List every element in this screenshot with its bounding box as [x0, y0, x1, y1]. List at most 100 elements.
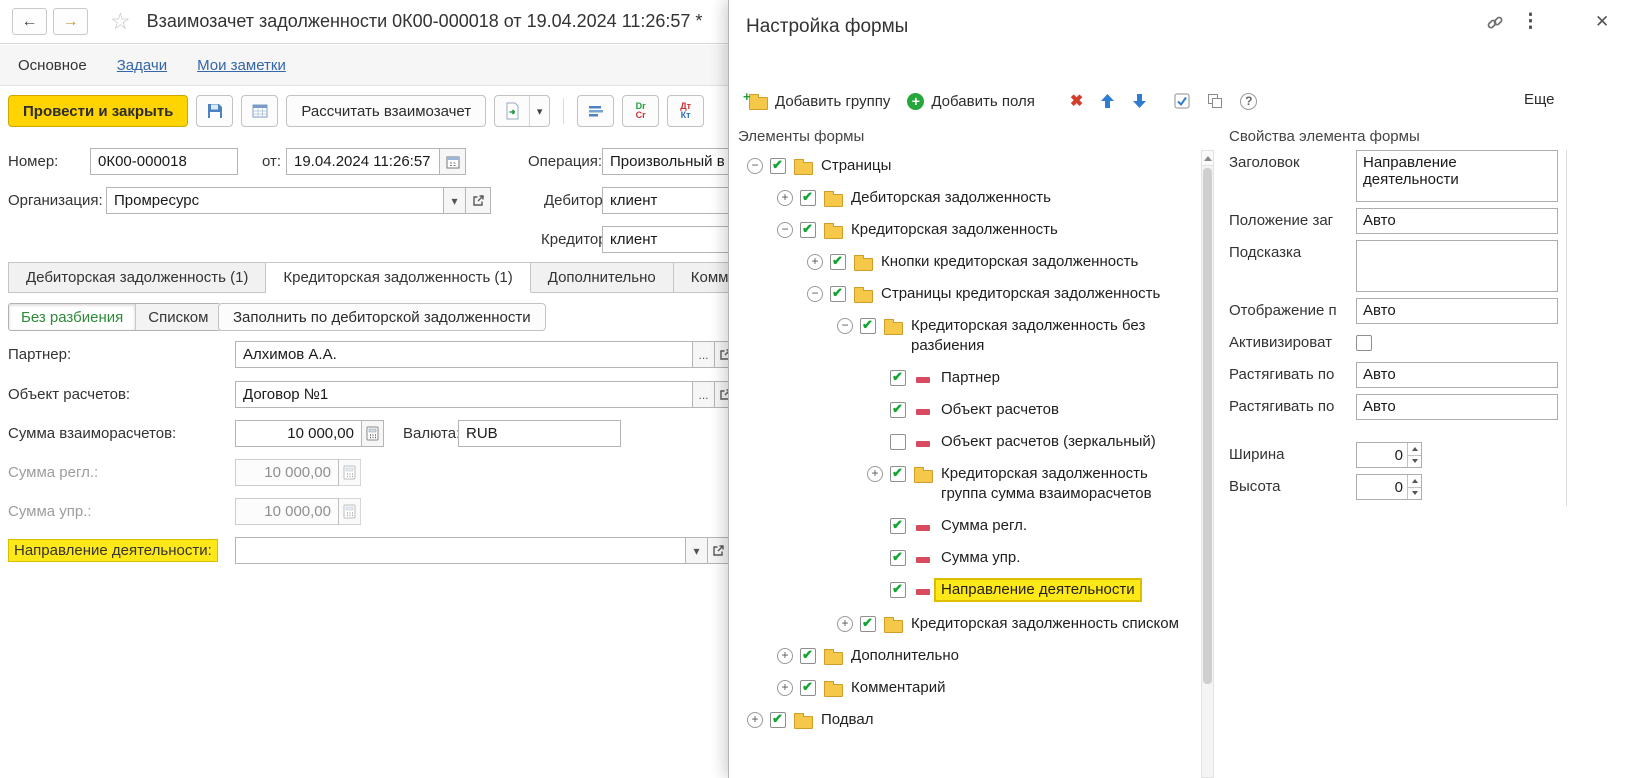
tree-item[interactable]: Сумма регл. — [733, 510, 1199, 542]
add-group-button[interactable]: + Добавить группу — [743, 89, 890, 110]
tree-item[interactable]: + Дополнительно — [733, 640, 1199, 672]
visibility-checkbox[interactable] — [890, 401, 906, 418]
visibility-checkbox[interactable] — [770, 711, 786, 728]
prop-height-input[interactable]: 0 — [1356, 474, 1422, 500]
partner-select-button[interactable]: ... — [692, 341, 715, 368]
expand-icon[interactable]: + — [777, 190, 793, 206]
visibility-checkbox[interactable] — [890, 465, 906, 482]
save-button[interactable] — [196, 95, 234, 127]
collapse-icon[interactable]: − — [807, 286, 823, 302]
management-calculator-button[interactable] — [338, 498, 361, 525]
prop-activate-input[interactable] — [1356, 335, 1372, 351]
prop-tooltip-display-input[interactable]: Авто — [1356, 298, 1558, 324]
visibility-checkbox[interactable] — [890, 549, 906, 566]
expand-icon[interactable]: + — [807, 254, 823, 270]
visibility-checkbox[interactable] — [830, 253, 846, 270]
collapse-icon[interactable]: − — [777, 222, 793, 238]
help-button[interactable]: ? — [1240, 92, 1258, 110]
tree-item[interactable]: − Кредиторская задолженность — [733, 214, 1199, 246]
favorite-star-icon[interactable]: ☆ — [110, 10, 131, 33]
toggle-no-breakdown[interactable]: Без разбиения — [9, 304, 136, 330]
visibility-checkbox[interactable] — [890, 517, 906, 534]
scrollbar-thumb[interactable] — [1203, 168, 1212, 684]
spin-down-icon[interactable] — [1408, 456, 1421, 468]
forward-button[interactable]: → — [53, 8, 88, 35]
expand-icon[interactable]: + — [837, 616, 853, 632]
visibility-checkbox[interactable] — [890, 581, 906, 598]
dt-kt-button[interactable]: Дт Кт — [667, 95, 705, 127]
chevron-down-icon[interactable]: ▾ — [529, 96, 549, 126]
tab-credit[interactable]: Кредиторская задолженность (1) — [266, 262, 531, 293]
activity-direction-input[interactable] — [235, 537, 686, 564]
tree-item[interactable]: + Комментарий — [733, 672, 1199, 704]
visibility-checkbox[interactable] — [890, 434, 906, 450]
prop-stretch-v-input[interactable]: Авто — [1356, 394, 1558, 420]
tree-item[interactable]: + Кредиторская задолженность группа сумма… — [733, 458, 1199, 510]
expand-icon[interactable]: + — [777, 680, 793, 696]
post-button[interactable] — [241, 95, 279, 127]
spin-up-icon[interactable] — [1408, 475, 1421, 488]
direction-open-button[interactable] — [707, 537, 730, 564]
direction-dropdown-button[interactable]: ▾ — [685, 537, 708, 564]
visibility-checkbox[interactable] — [860, 615, 876, 632]
partner-input[interactable] — [235, 341, 693, 368]
more-button[interactable]: Еще — [1524, 91, 1555, 108]
tree-item[interactable]: − Страницы — [733, 150, 1199, 182]
tree-item[interactable]: + Дебиторская задолженность — [733, 182, 1199, 214]
window-menu-icon[interactable]: ⋮ — [1521, 10, 1540, 33]
prop-tooltip-input[interactable] — [1356, 240, 1558, 292]
organization-input[interactable] — [106, 187, 444, 214]
spin-down-icon[interactable] — [1408, 488, 1421, 500]
visibility-checkbox[interactable] — [770, 157, 786, 174]
visibility-checkbox[interactable] — [800, 679, 816, 696]
back-button[interactable]: ← — [12, 8, 47, 35]
expand-icon[interactable]: + — [867, 466, 883, 482]
calendar-button[interactable] — [439, 148, 466, 175]
nav-tab-main[interactable]: Основное — [18, 57, 87, 74]
tree-item[interactable]: − Кредиторская задолженность без разбиени… — [733, 310, 1199, 362]
toggle-list[interactable]: Списком — [135, 304, 221, 330]
move-down-button[interactable] — [1132, 93, 1147, 109]
visibility-checkbox[interactable] — [830, 285, 846, 302]
collapse-icon[interactable]: − — [747, 158, 763, 174]
fill-from-debit-button[interactable]: Заполнить по дебиторской задолженности — [218, 303, 546, 331]
settlement-amount-input[interactable] — [235, 420, 362, 447]
organization-dropdown-button[interactable]: ▾ — [443, 187, 466, 214]
tab-additional[interactable]: Дополнительно — [530, 262, 674, 293]
report-button[interactable] — [577, 95, 615, 127]
tree-item[interactable]: + Кнопки кредиторская задолженность — [733, 246, 1199, 278]
regulated-amount-input[interactable] — [235, 459, 339, 486]
collapse-icon[interactable]: − — [837, 318, 853, 334]
tree-item[interactable]: + Кредиторская задолженность списком — [733, 608, 1199, 640]
tree-item[interactable]: Объект расчетов — [733, 394, 1199, 426]
dr-cr-button[interactable]: Dr Cr — [622, 95, 660, 127]
amount-calculator-button[interactable] — [361, 420, 384, 447]
calculate-offset-button[interactable]: Рассчитать взаимозачет — [286, 95, 487, 127]
nav-tab-tasks[interactable]: Задачи — [117, 57, 167, 74]
add-fields-button[interactable]: + Добавить поля — [907, 92, 1035, 110]
expand-icon[interactable]: + — [747, 712, 763, 728]
prop-width-input[interactable]: 0 — [1356, 442, 1422, 468]
create-based-on-button[interactable]: ▾ — [494, 95, 551, 127]
visibility-checkbox[interactable] — [890, 369, 906, 386]
organization-open-button[interactable] — [465, 187, 491, 214]
tab-debit[interactable]: Дебиторская задолженность (1) — [8, 262, 267, 293]
tree-item[interactable]: Направление деятельности — [733, 574, 1199, 608]
visibility-checkbox[interactable] — [800, 189, 816, 206]
prop-title-input[interactable]: Направление деятельности — [1356, 150, 1558, 202]
prop-title-position-input[interactable]: Авто — [1356, 208, 1558, 234]
tree-item[interactable]: Объект расчетов (зеркальный) — [733, 426, 1199, 458]
number-input[interactable] — [90, 148, 238, 175]
prop-stretch-h-input[interactable]: Авто — [1356, 362, 1558, 388]
spin-up-icon[interactable] — [1408, 443, 1421, 456]
visibility-checkbox[interactable] — [860, 317, 876, 334]
expand-icon[interactable]: + — [777, 648, 793, 664]
visibility-checkbox[interactable] — [800, 221, 816, 238]
nav-tab-notes[interactable]: Мои заметки — [197, 57, 286, 74]
tree-item[interactable]: Сумма упр. — [733, 542, 1199, 574]
tree-item[interactable]: − Страницы кредиторская задолженность — [733, 278, 1199, 310]
post-and-close-button[interactable]: Провести и закрыть — [8, 95, 189, 127]
tree-item[interactable]: + Подвал — [733, 704, 1199, 736]
date-input[interactable] — [286, 148, 440, 175]
regulated-calculator-button[interactable] — [338, 459, 361, 486]
